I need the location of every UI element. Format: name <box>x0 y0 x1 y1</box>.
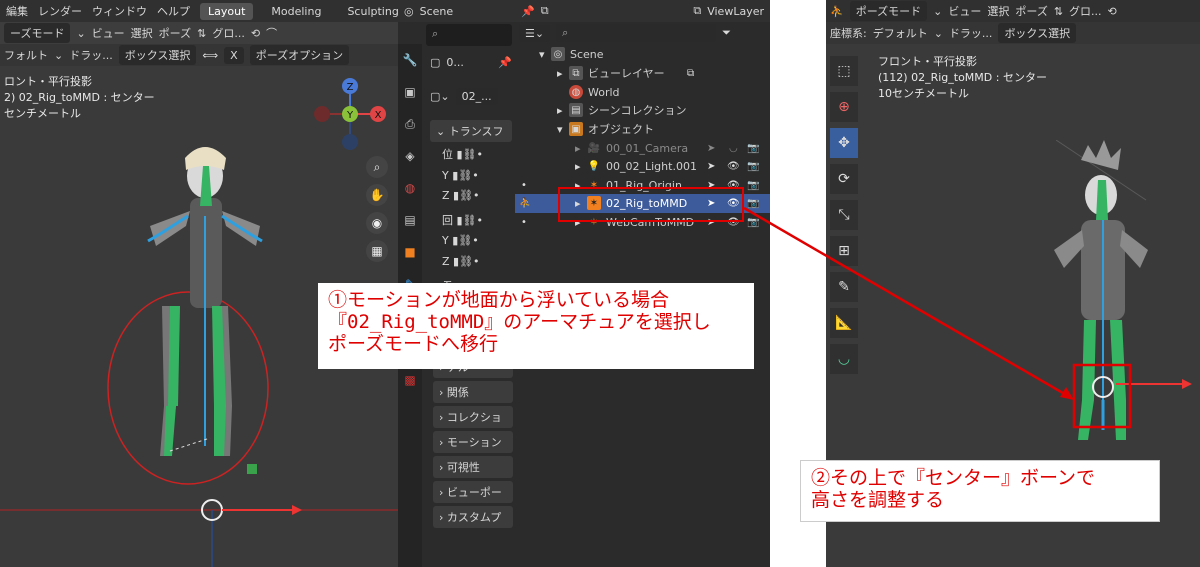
note-1-line-1: ①モーションが地面から浮いている場合 <box>328 289 670 311</box>
note-1-line-3: ポーズモードへ移行 <box>328 333 499 355</box>
note-2-line-1: ②その上で『センター』ボーンで <box>811 467 1096 489</box>
note-1-line-2: 『02_Rig_toMMD』のアーマチュアを選択し <box>328 311 711 333</box>
annotation-note-2: ②その上で『センター』ボーンで 高さを調整する <box>800 460 1160 522</box>
note-2-line-2: 高さを調整する <box>811 489 945 511</box>
annotation-note-1: ①モーションが地面から浮いている場合 『02_Rig_toMMD』のアーマチュア… <box>318 283 754 369</box>
